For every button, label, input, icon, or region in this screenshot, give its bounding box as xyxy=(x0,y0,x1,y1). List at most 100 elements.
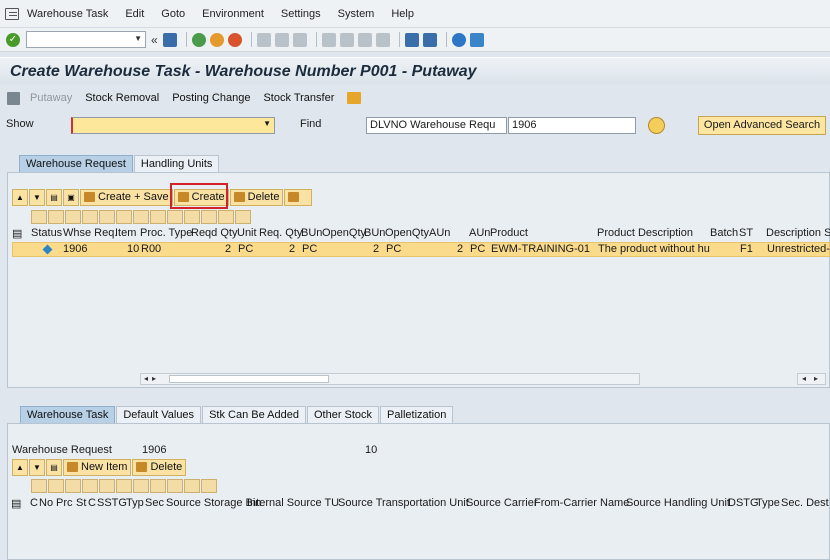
col-batch[interactable]: Batch xyxy=(710,227,738,239)
save-icon[interactable] xyxy=(162,32,177,47)
col-proc-type[interactable]: Proc. Type xyxy=(140,227,192,239)
find-next-icon[interactable] xyxy=(82,479,98,493)
scroll-right-icon[interactable]: ▸ xyxy=(814,374,818,384)
info-icon[interactable] xyxy=(235,210,251,224)
col-no[interactable]: No xyxy=(39,497,53,509)
sort-up-icon[interactable]: ▲ xyxy=(12,458,28,476)
tab-palletization[interactable]: Palletization xyxy=(380,406,454,424)
col-prc[interactable]: Prc xyxy=(56,497,73,509)
select-layout-icon[interactable] xyxy=(218,210,234,224)
delete-button[interactable]: Delete xyxy=(229,188,284,206)
horizontal-scrollbar[interactable]: ◂ ▸ xyxy=(140,373,640,385)
find-value-input[interactable]: 1906 xyxy=(508,117,636,134)
tab-other-stock[interactable]: Other Stock xyxy=(306,406,380,424)
menu-warehouse-task[interactable]: Warehouse Task xyxy=(27,8,108,20)
layout-icon[interactable] xyxy=(201,210,217,224)
menu-edit[interactable]: Edit xyxy=(125,8,144,20)
menu-settings[interactable]: Settings xyxy=(281,8,321,20)
customize-icon[interactable] xyxy=(469,32,484,47)
menu-system[interactable]: System xyxy=(338,8,375,20)
sort-down-icon[interactable]: ▼ xyxy=(29,188,45,206)
enter-icon[interactable]: ✓ xyxy=(6,32,20,47)
select-all-icon[interactable]: ▤ xyxy=(12,227,22,240)
select-layout-icon[interactable] xyxy=(201,479,217,493)
next-page-icon[interactable] xyxy=(357,32,372,47)
export-icon[interactable] xyxy=(184,210,200,224)
col-sec[interactable]: Sec xyxy=(145,497,164,509)
col-item[interactable]: Item xyxy=(115,227,136,239)
print-icon[interactable] xyxy=(167,210,183,224)
help-icon[interactable] xyxy=(451,32,466,47)
find-next-icon[interactable] xyxy=(99,210,115,224)
col-reqd-qty[interactable]: Reqd Qty xyxy=(191,227,237,239)
layout-icon[interactable] xyxy=(184,479,200,493)
find-icon[interactable] xyxy=(274,32,289,47)
tab-default-values[interactable]: Default Values xyxy=(116,406,202,424)
chevron-down-icon[interactable]: ▼ xyxy=(263,119,271,128)
col-c[interactable]: C xyxy=(30,497,38,509)
filter-icon[interactable] xyxy=(99,479,115,493)
col-source-carrier[interactable]: Source Carrier xyxy=(466,497,538,509)
more-actions-button[interactable] xyxy=(284,188,313,206)
sort-ascending-icon[interactable] xyxy=(48,210,64,224)
sort-up-icon[interactable]: ▲ xyxy=(12,188,28,206)
document-icon[interactable] xyxy=(7,91,20,105)
first-page-icon[interactable] xyxy=(321,32,336,47)
exit-icon[interactable] xyxy=(209,32,224,47)
new-item-button[interactable]: New Item xyxy=(63,458,132,476)
col-req-qty[interactable]: Req. Qty xyxy=(259,227,302,239)
col-open-bun[interactable]: BUn xyxy=(364,227,385,239)
system-menu-icon[interactable] xyxy=(5,7,19,20)
cancel-icon[interactable] xyxy=(227,32,242,47)
scrollbar-thumb[interactable] xyxy=(169,375,329,383)
print-icon[interactable] xyxy=(256,32,271,47)
find-icon[interactable] xyxy=(65,479,81,493)
find-icon[interactable] xyxy=(82,210,98,224)
save-icon[interactable]: ▣ xyxy=(63,188,79,206)
sort-descending-icon[interactable] xyxy=(65,210,81,224)
menu-goto[interactable]: Goto xyxy=(161,8,185,20)
back-icon[interactable] xyxy=(191,32,206,47)
prev-page-icon[interactable] xyxy=(339,32,354,47)
stock-removal-button[interactable]: Stock Removal xyxy=(85,92,159,104)
horizontal-scrollbar-right[interactable]: ◂ ▸ xyxy=(797,373,826,385)
create-save-button[interactable]: Create + Save xyxy=(80,188,173,206)
find-type-dropdown[interactable]: DLVNO Warehouse Requ xyxy=(366,117,507,134)
col-typ[interactable]: Typ xyxy=(126,497,144,509)
delete-item-button[interactable]: Delete xyxy=(132,458,187,476)
col-st[interactable]: St xyxy=(76,497,86,509)
execute-search-icon[interactable] xyxy=(648,117,665,134)
new-session-icon[interactable] xyxy=(404,32,419,47)
col-sec-dest[interactable]: Sec. Dest xyxy=(781,497,829,509)
col-product[interactable]: Product xyxy=(490,227,528,239)
col-product-description[interactable]: Product Description xyxy=(597,227,693,239)
stock-transfer-button[interactable]: Stock Transfer xyxy=(263,92,334,104)
col-open-qty[interactable]: OpenQty xyxy=(322,227,366,239)
chevron-down-icon[interactable]: ▼ xyxy=(134,34,142,43)
menu-help[interactable]: Help xyxy=(391,8,414,20)
filter-icon[interactable] xyxy=(116,210,132,224)
col-status[interactable]: Status xyxy=(31,227,62,239)
col-open-qty-aun[interactable]: OpenQtyAUn xyxy=(385,227,450,239)
shortcut-icon[interactable] xyxy=(422,32,437,47)
details-icon[interactable]: ▤ xyxy=(46,188,62,206)
sum-icon[interactable] xyxy=(116,479,132,493)
col-dstg[interactable]: DSTG xyxy=(728,497,759,509)
subtotal-icon[interactable] xyxy=(150,210,166,224)
col-source-transportation-unit[interactable]: Source Transportation Unit xyxy=(338,497,469,509)
print-icon[interactable] xyxy=(150,479,166,493)
tab-warehouse-task[interactable]: Warehouse Task xyxy=(20,406,116,424)
col-sstg[interactable]: SSTG xyxy=(97,497,127,509)
export-icon[interactable] xyxy=(167,479,183,493)
col-internal-source-tu[interactable]: Internal Source TU xyxy=(247,497,339,509)
putaway-button[interactable]: Putaway xyxy=(30,92,72,104)
tab-warehouse-request[interactable]: Warehouse Request xyxy=(19,155,133,173)
folder-icon[interactable] xyxy=(347,92,362,104)
tab-stk-can-be-added[interactable]: Stk Can Be Added xyxy=(202,406,306,424)
col-source-handling-unit[interactable]: Source Handling Unit xyxy=(626,497,730,509)
command-field[interactable]: ▼ xyxy=(26,31,146,48)
show-dropdown[interactable]: ▼ xyxy=(71,117,275,134)
select-all-icon[interactable]: ▤ xyxy=(11,497,21,510)
last-page-icon[interactable] xyxy=(375,32,390,47)
col-c2[interactable]: C xyxy=(88,497,96,509)
